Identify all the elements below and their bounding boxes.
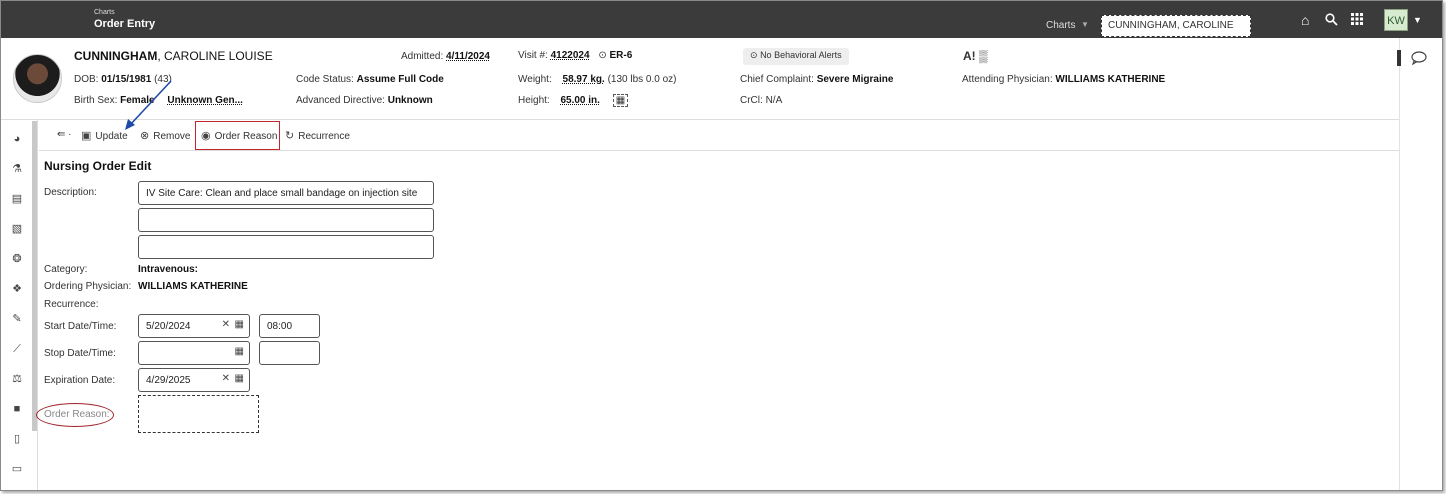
ruler-icon[interactable]: ▦: [612, 94, 629, 107]
assessment-icon[interactable]: ✎: [11, 313, 23, 325]
search-icon[interactable]: [1325, 13, 1338, 28]
user-avatar[interactable]: KW: [1384, 9, 1408, 31]
recurrence-icon: ↻: [285, 130, 295, 142]
chart-icon[interactable]: ▧: [11, 223, 23, 235]
advanced-directive: Advanced Directive: Unknown: [296, 95, 433, 106]
ordering-physician-label: Ordering Physician:: [44, 281, 132, 292]
birth-sex: Birth Sex: Female Unknown Gen...: [74, 95, 243, 106]
lab-flask-icon[interactable]: ⚗: [11, 163, 23, 175]
category-value: Intravenous:: [138, 264, 199, 275]
notes-icon[interactable]: ■: [11, 403, 23, 415]
scrollbar[interactable]: [32, 121, 37, 431]
stop-datetime-label: Stop Date/Time:: [44, 348, 116, 359]
form-title: Nursing Order Edit: [44, 159, 152, 173]
order-reason-annotation: [36, 403, 114, 427]
code-status: Code Status: Assume Full Code: [296, 74, 444, 85]
gender-link[interactable]: Unknown Gen...: [167, 95, 243, 106]
order-reason-field[interactable]: [138, 395, 259, 433]
calendar-icon[interactable]: ▦: [235, 319, 244, 330]
allergy-alert-icon[interactable]: A! ▒: [963, 49, 988, 63]
right-divider: [1399, 38, 1400, 490]
behavioral-alerts-badge[interactable]: ⊙ No Behavioral Alerts: [743, 48, 849, 65]
save-icon: ▣: [81, 130, 92, 142]
ordering-physician-value: WILLIAMS KATHERINE: [138, 281, 248, 292]
crcl: CrCl: N/A: [740, 95, 783, 106]
back-icon[interactable]: ⇚ ·: [57, 129, 72, 140]
clear-icon[interactable]: ✕: [222, 373, 230, 384]
clear-icon[interactable]: ✕: [222, 319, 230, 330]
clipboard-icon[interactable]: ▤: [11, 193, 23, 205]
description-label: Description:: [44, 187, 97, 198]
stop-time-field[interactable]: [259, 341, 320, 365]
expiration-date-field[interactable]: 4/29/2025 ✕ ▦: [138, 368, 250, 392]
admitted: Admitted: 4/11/2024: [401, 51, 490, 62]
stop-date-field[interactable]: ▦: [138, 341, 250, 365]
comment-icon[interactable]: [1411, 51, 1427, 68]
order-reason-highlight: [195, 121, 280, 150]
calendar-icon[interactable]: ▦: [235, 346, 244, 357]
start-datetime-label: Start Date/Time:: [44, 321, 117, 332]
app-window: Charts Order Entry Charts ▼ CUNNINGHAM, …: [0, 0, 1443, 491]
visit-number: Visit #: 4122024 ⊙ ER-6: [518, 50, 633, 61]
update-button[interactable]: ▣ Update: [81, 129, 128, 142]
chevron-down-icon[interactable]: ▼: [1081, 20, 1089, 29]
patient-banner: CUNNINGHAM, CAROLINE LOUISE DOB: 01/15/1…: [1, 38, 1399, 120]
expiration-date-label: Expiration Date:: [44, 375, 116, 386]
page-title: Order Entry: [94, 18, 156, 30]
dashboard-icon[interactable]: ◕: [11, 133, 23, 145]
description-line-3[interactable]: [138, 235, 434, 259]
apps-grid-icon[interactable]: [1351, 13, 1363, 27]
patient-photo: [13, 54, 62, 103]
recurrence-button[interactable]: ↻ Recurrence: [285, 129, 350, 142]
remove-icon: ⊗: [140, 130, 150, 142]
description-line-2[interactable]: [138, 208, 434, 232]
weight: Weight: 58.97 kg. (130 lbs 0.0 oz): [518, 74, 677, 85]
vitals-icon[interactable]: ❂: [11, 253, 23, 265]
breadcrumb[interactable]: Charts: [94, 9, 115, 16]
category-label: Category:: [44, 264, 88, 275]
pharmacy-icon[interactable]: ⚖: [11, 373, 23, 385]
report-icon[interactable]: ▭: [11, 463, 23, 475]
syringe-icon[interactable]: ⟋: [11, 343, 23, 355]
calendar-icon[interactable]: ▦: [235, 373, 244, 384]
orders-icon[interactable]: ❖: [11, 283, 23, 295]
location-pin-icon: ⊙: [598, 50, 607, 61]
attending-physician: Attending Physician: WILLIAMS KATHERINE: [962, 74, 1166, 85]
home-icon[interactable]: ⌂: [1301, 13, 1309, 27]
document-icon[interactable]: ▯: [11, 433, 23, 445]
height: Height: 65.00 in. ▦: [518, 94, 629, 107]
description-line-1[interactable]: IV Site Care: Clean and place small band…: [138, 181, 434, 205]
patient-search-input[interactable]: CUNNINGHAM, CAROLINE: [1101, 15, 1251, 37]
panel-toggle[interactable]: [1397, 50, 1401, 66]
charts-menu[interactable]: Charts: [1046, 20, 1075, 31]
chevron-down-icon[interactable]: ▼: [1413, 15, 1422, 25]
start-time-field[interactable]: 08:00: [259, 314, 320, 338]
recurrence-label: Recurrence:: [44, 299, 99, 310]
start-date-field[interactable]: 5/20/2024 ✕ ▦: [138, 314, 250, 338]
patient-name: CUNNINGHAM, CAROLINE LOUISE: [74, 49, 273, 63]
chief-complaint: Chief Complaint: Severe Migraine: [740, 74, 894, 85]
alert-pin-icon: ⊙: [750, 50, 758, 60]
remove-button[interactable]: ⊗ Remove: [140, 129, 190, 142]
top-bar: Charts Order Entry Charts ▼ CUNNINGHAM, …: [1, 1, 1442, 38]
dob: DOB: 01/15/1981 (43): [74, 74, 172, 85]
